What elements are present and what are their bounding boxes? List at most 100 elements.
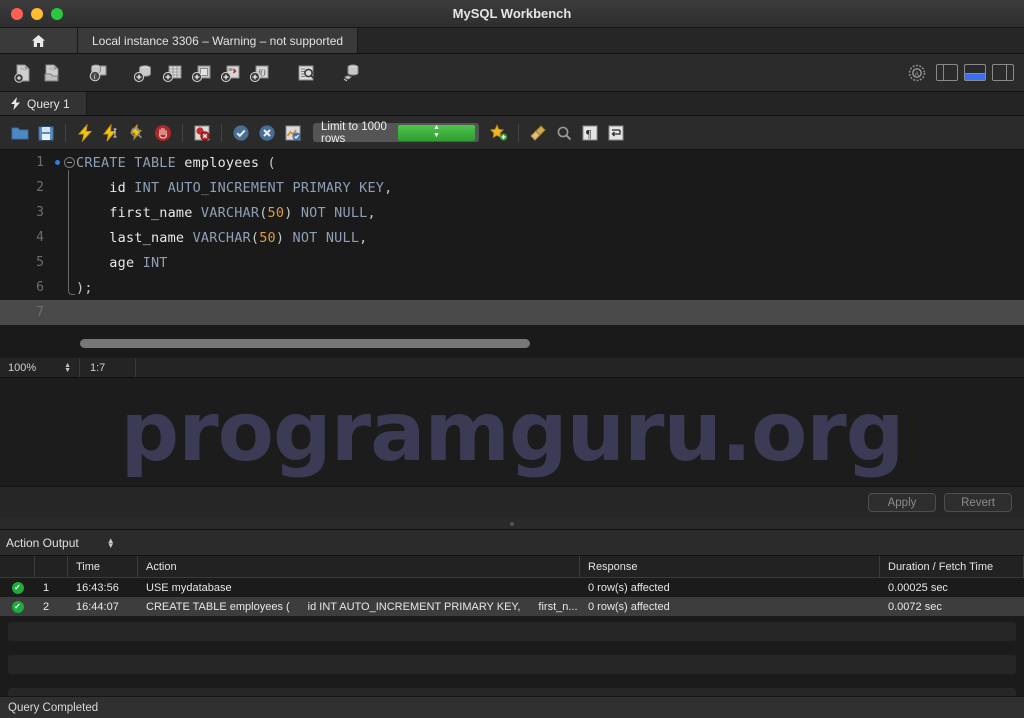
- reconnect-dbms-button[interactable]: [339, 60, 365, 86]
- editor-zoom-control[interactable]: 100% ▲ ▼: [0, 358, 80, 377]
- column-header-time[interactable]: Time: [68, 556, 138, 577]
- success-check-icon: ✓: [11, 600, 24, 613]
- bottom-status-bar: Query Completed: [0, 696, 1024, 718]
- window-title-bar: MySQL Workbench: [0, 0, 1024, 28]
- column-header-duration[interactable]: Duration / Fetch Time: [880, 556, 1024, 577]
- row-time-cell: 16:44:07: [76, 600, 119, 613]
- code-token: (: [259, 204, 268, 221]
- wrap-lines-button[interactable]: [604, 121, 628, 145]
- instance-tab-local-3306[interactable]: Local instance 3306 – Warning – not supp…: [78, 28, 359, 53]
- search-snippets-button[interactable]: [552, 121, 576, 145]
- code-token: (: [267, 154, 276, 171]
- rollback-transaction-button[interactable]: [255, 121, 279, 145]
- table-row[interactable]: ✓ 1 16:43:56 USE mydatabase 0 row(s) affecte…: [0, 578, 1024, 597]
- minimize-window-button[interactable]: [31, 7, 43, 20]
- breakpoint-marker[interactable]: [52, 160, 62, 165]
- stop-execution-button[interactable]: [151, 121, 175, 145]
- code-token: ): [275, 229, 293, 246]
- code-token: ,: [367, 204, 376, 221]
- svg-text:¶: ¶: [586, 126, 592, 140]
- action-output-rows: ✓ 1 16:43:56 USE mydatabase 0 row(s) affecte…: [0, 578, 1024, 616]
- row-limit-select[interactable]: Limit to 1000 rows ▲ ▼: [313, 121, 479, 145]
- line-number: 1: [36, 155, 44, 170]
- execute-statement-button[interactable]: [73, 121, 97, 145]
- fold-toggle[interactable]: [62, 157, 76, 182]
- editor-scrollbar-thumb[interactable]: [80, 339, 531, 348]
- commit-transaction-button[interactable]: [229, 121, 253, 145]
- column-header-action[interactable]: Action: [138, 556, 580, 577]
- create-table-button[interactable]: [160, 60, 186, 86]
- toggle-sidebar-button[interactable]: [936, 64, 958, 81]
- empty-row: [8, 655, 1016, 674]
- cursor-position-value: 1:7: [90, 361, 106, 374]
- open-sql-file-button[interactable]: SQL: [39, 60, 65, 86]
- action-output-table: Time Action Response Duration / Fetch Ti…: [0, 556, 1024, 707]
- svg-text:SQL: SQL: [20, 66, 29, 71]
- query-tab-strip: Query 1: [0, 92, 1024, 116]
- sql-editor-toolbar: Limit to 1000 rows ▲ ▼ ¶: [0, 116, 1024, 150]
- row-duration-cell: 0.00025 sec: [888, 581, 948, 594]
- apply-button[interactable]: Apply: [868, 493, 936, 512]
- code-token: NOT NULL: [300, 204, 368, 221]
- main-toolbar: SQL SQL i f() A: [0, 54, 1024, 92]
- save-script-button[interactable]: [34, 121, 58, 145]
- auto-commit-button[interactable]: [281, 121, 305, 145]
- row-limit-stepper[interactable]: ▲ ▼: [398, 124, 475, 141]
- schema-inspector-button[interactable]: i: [85, 60, 111, 86]
- sql-toolbar-separator-2: [182, 123, 183, 142]
- revert-button[interactable]: Revert: [944, 493, 1012, 512]
- create-view-button[interactable]: [189, 60, 215, 86]
- query-tab-1[interactable]: Query 1: [0, 92, 87, 115]
- beautify-sql-button[interactable]: [487, 121, 511, 145]
- table-row[interactable]: ✓ 2 16:44:07 CREATE TABLE employees (id INT…: [0, 597, 1024, 616]
- toolbar-separator-1: [68, 60, 82, 86]
- action-text-part: first_n...: [538, 600, 578, 613]
- zoom-window-button[interactable]: [51, 7, 63, 20]
- action-output-selector[interactable]: ▲ ▼: [107, 536, 115, 549]
- home-tab[interactable]: [0, 28, 78, 53]
- stop-on-error-button[interactable]: [190, 121, 214, 145]
- column-header-index[interactable]: [35, 556, 68, 577]
- toggle-output-panel-button[interactable]: [964, 64, 986, 81]
- admin-settings-button[interactable]: A: [904, 60, 930, 86]
- traffic-lights: [0, 7, 63, 20]
- open-script-button[interactable]: [8, 121, 32, 145]
- toggle-invisible-chars-button[interactable]: ¶: [578, 121, 602, 145]
- search-table-data-button[interactable]: [293, 60, 319, 86]
- code-token: ,: [359, 229, 368, 246]
- action-output-header-row: Time Action Response Duration / Fetch Ti…: [0, 556, 1024, 578]
- svg-text:A: A: [915, 70, 920, 77]
- apply-revert-bar: Apply Revert: [0, 486, 1024, 518]
- row-response-cell: 0 row(s) affected: [588, 600, 670, 613]
- sql-editor[interactable]: 1 CREATE TABLE employees (2 id INT AUTO_I…: [0, 150, 1024, 358]
- column-header-status[interactable]: [0, 556, 35, 577]
- explain-statement-button[interactable]: [125, 121, 149, 145]
- column-header-response[interactable]: Response: [580, 556, 880, 577]
- query-tab-filler: [86, 92, 1024, 115]
- code-line: 2 id INT AUTO_INCREMENT PRIMARY KEY,: [0, 174, 1024, 201]
- new-sql-file-button[interactable]: SQL: [10, 60, 36, 86]
- execute-current-statement-button[interactable]: [99, 121, 123, 145]
- code-token: CREATE TABLE: [76, 154, 185, 171]
- code-line: 7: [0, 300, 1024, 325]
- editor-horizontal-scrollbar[interactable]: [80, 339, 1018, 348]
- find-brush-button[interactable]: [526, 121, 550, 145]
- watermark-text: programguru.org: [120, 384, 905, 480]
- svg-text:i: i: [94, 73, 96, 81]
- success-check-icon: ✓: [11, 581, 24, 594]
- output-panel-splitter[interactable]: [0, 518, 1024, 530]
- row-status-cell: ✓: [0, 578, 35, 597]
- sql-toolbar-separator-4: [518, 123, 519, 142]
- toggle-secondary-sidebar-button[interactable]: [992, 64, 1014, 81]
- action-text-group: CREATE TABLE employees (id INT AUTO_INCR…: [146, 601, 578, 613]
- lightning-icon: [10, 97, 21, 110]
- editor-zoom-stepper[interactable]: ▲ ▼: [64, 362, 71, 374]
- results-placeholder-area: programguru.org: [0, 378, 1024, 486]
- code-lines: 1 CREATE TABLE employees (2 id INT AUTO_I…: [0, 150, 1024, 325]
- close-window-button[interactable]: [11, 7, 23, 20]
- code-token: last_name: [76, 229, 193, 246]
- create-function-button[interactable]: f(): [247, 60, 273, 86]
- create-schema-button[interactable]: [131, 60, 157, 86]
- create-procedure-button[interactable]: [218, 60, 244, 86]
- code-line: 4 last_name VARCHAR(50) NOT NULL,: [0, 224, 1024, 251]
